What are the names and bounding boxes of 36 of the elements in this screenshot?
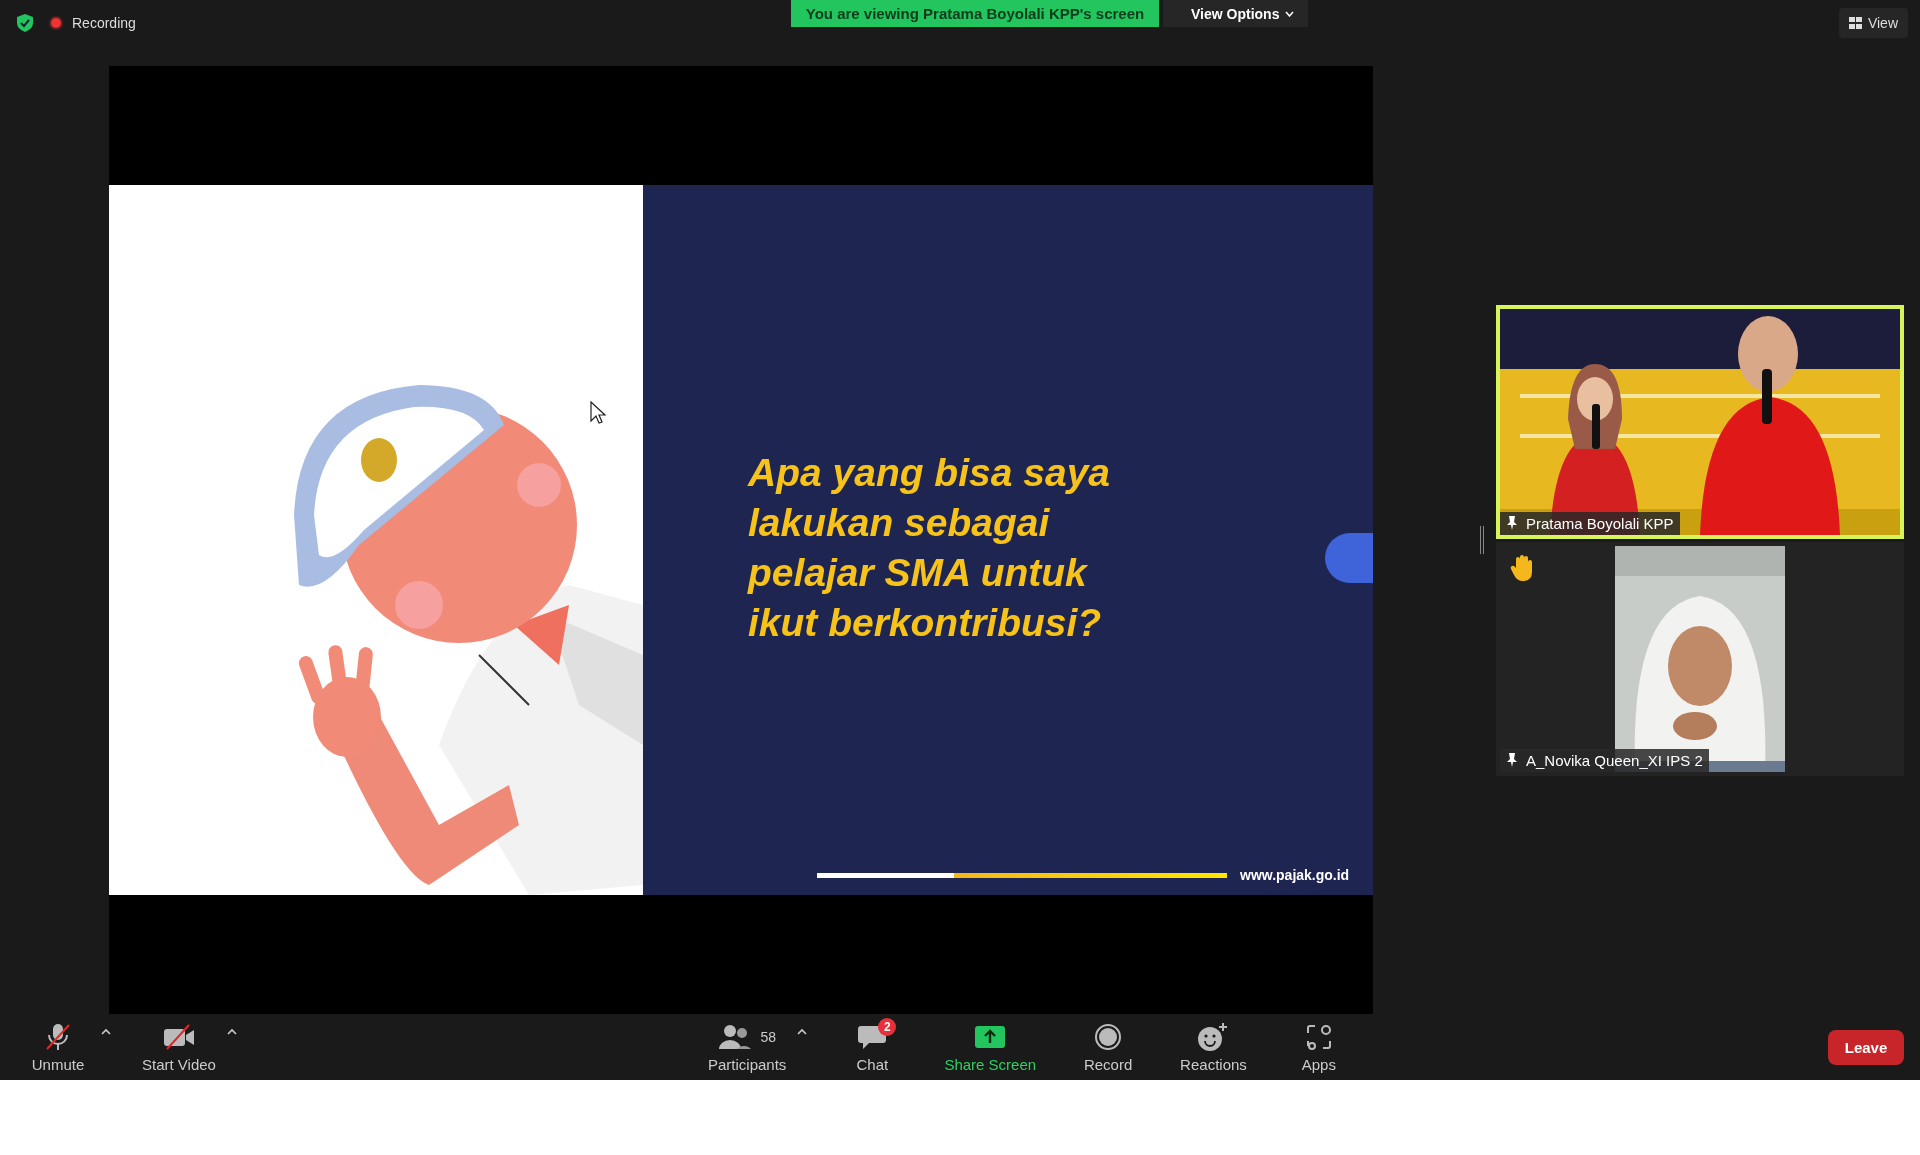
grid-icon	[1848, 17, 1862, 29]
smiley-plus-icon	[1197, 1021, 1230, 1052]
participant-count: 58	[760, 1028, 776, 1045]
sharing-banner: You are viewing Pratama Boyolali KPP's screen	[791, 0, 1159, 27]
share-screen-icon	[974, 1023, 1007, 1050]
participant-name: A_Novika Queen_XI IPS 2	[1526, 751, 1703, 769]
shield-icon[interactable]	[16, 13, 34, 33]
caret-icon[interactable]	[100, 1027, 112, 1036]
record-icon	[1094, 1022, 1123, 1051]
participants-icon	[718, 1023, 753, 1050]
caret-icon[interactable]	[225, 1027, 238, 1036]
toolbar-button[interactable]: Start Video	[134, 1017, 224, 1077]
toolbar-button[interactable]: 58 Participants	[700, 1017, 795, 1077]
toolbar-button[interactable]: Share Screen	[936, 1017, 1045, 1077]
website-address: www.pajak.go.id	[1240, 867, 1350, 883]
chevron-down-icon	[1285, 10, 1295, 17]
caret-icon[interactable]	[796, 1027, 809, 1036]
toolbar-button[interactable]: Chat 2	[832, 1017, 913, 1077]
toolbar-button[interactable]: Apps	[1278, 1017, 1359, 1077]
toolbar-button[interactable]: Record	[1068, 1017, 1149, 1077]
leave-button[interactable]: Leave	[1828, 1029, 1904, 1065]
participant-name: Pratama Boyolali KPP	[1526, 514, 1674, 532]
cursor-icon	[590, 401, 606, 425]
slide-question: Apa yang bisa saya lakukan sebagai pelajar SMA untuk ikut berkontribusi?	[748, 450, 1110, 646]
pin-icon	[1506, 515, 1518, 531]
pin-icon	[1506, 752, 1518, 768]
resize-handle[interactable]	[1480, 526, 1484, 554]
toolbar-button[interactable]: Reactions	[1172, 1017, 1255, 1077]
unread-badge: 2	[878, 1017, 897, 1036]
slide-dot	[1325, 533, 1373, 583]
recording-icon	[48, 15, 64, 31]
apps-icon	[1304, 1022, 1333, 1051]
view-options-button[interactable]: View Options	[1163, 0, 1309, 27]
view-button[interactable]: View	[1838, 8, 1908, 38]
recording-label: Recording	[72, 15, 136, 31]
toolbar-button[interactable]: Unmute	[18, 1017, 98, 1077]
